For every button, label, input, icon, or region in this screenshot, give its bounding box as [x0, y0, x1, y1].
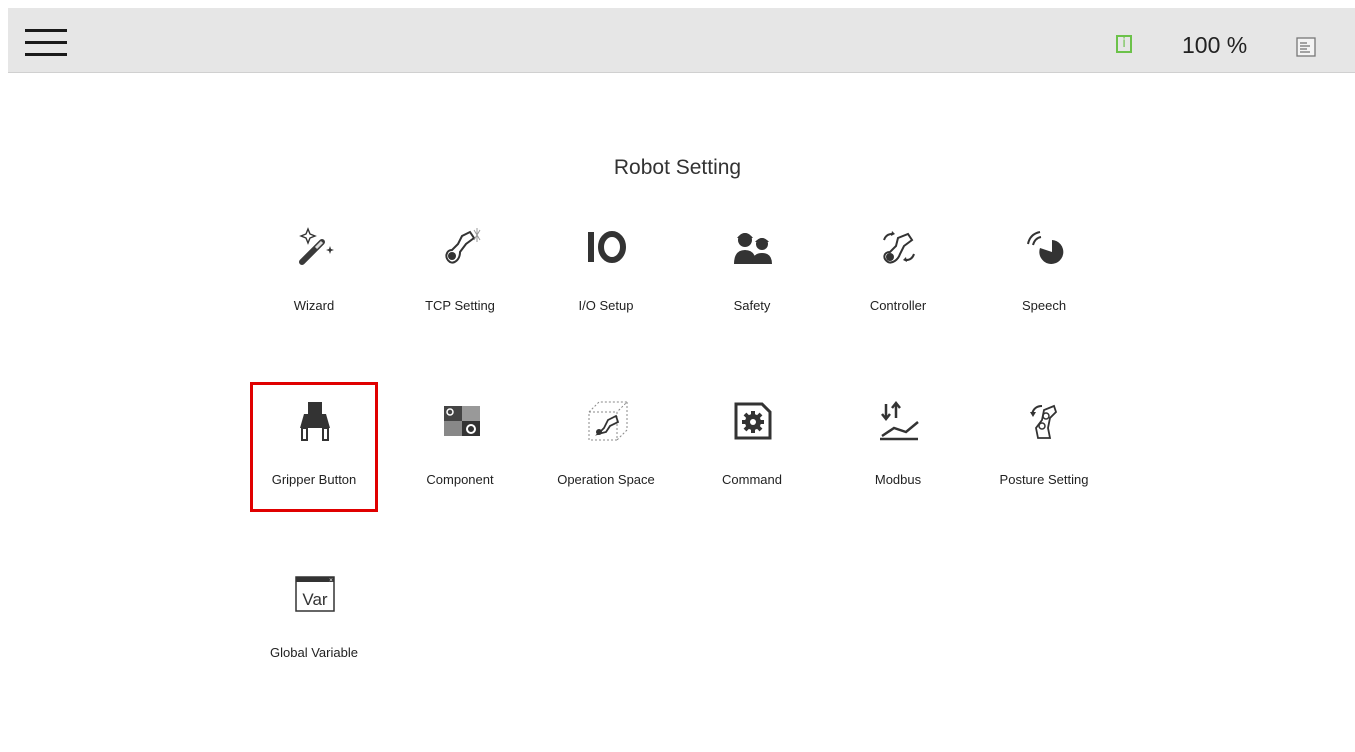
- var-text: Var: [302, 590, 328, 609]
- item-label: Gripper Button: [271, 472, 357, 487]
- item-label: Modbus: [874, 472, 922, 487]
- speech-icon: [1027, 231, 1064, 264]
- svg-text:×: ×: [329, 578, 333, 584]
- controller-button[interactable]: Controller: [834, 208, 962, 338]
- hamburger-menu-icon[interactable]: [25, 29, 67, 57]
- tcp-setting-button[interactable]: TCP Setting: [396, 208, 524, 338]
- log-window-icon[interactable]: [1296, 37, 1316, 57]
- component-icon: [444, 406, 480, 436]
- item-label: Controller: [869, 298, 927, 313]
- io-icon: [588, 231, 626, 263]
- top-bar: i 100 %: [8, 8, 1355, 73]
- item-label: Speech: [1021, 298, 1067, 313]
- operation-space-icon: [588, 401, 628, 441]
- gripper-icon: [300, 402, 330, 441]
- global-variable-icon: × Var: [295, 576, 335, 612]
- item-label: Operation Space: [557, 472, 655, 487]
- command-gear-icon: [734, 402, 772, 440]
- modbus-icon: [880, 400, 919, 441]
- wizard-button[interactable]: Wizard: [250, 208, 378, 338]
- page-title: Robot Setting: [613, 156, 742, 179]
- safety-workers-icon: [734, 233, 772, 264]
- posture-robot-icon: [1030, 404, 1058, 439]
- item-label: Wizard: [293, 298, 335, 313]
- magic-wand-icon: [299, 227, 334, 265]
- global-variable-button[interactable]: × Var Global Variable: [250, 555, 378, 685]
- controller-robot-icon: [883, 231, 915, 264]
- component-button[interactable]: Component: [396, 382, 524, 512]
- info-icon[interactable]: i: [1116, 35, 1132, 53]
- posture-setting-button[interactable]: Posture Setting: [980, 382, 1108, 512]
- item-label: Global Variable: [270, 645, 358, 660]
- item-label: Safety: [733, 298, 771, 313]
- item-label: TCP Setting: [425, 298, 495, 313]
- tcp-tool-icon: [445, 228, 481, 264]
- safety-button[interactable]: Safety: [688, 208, 816, 338]
- io-setup-button[interactable]: I/O Setup: [542, 208, 670, 338]
- modbus-button[interactable]: Modbus: [834, 382, 962, 512]
- item-label: I/O Setup: [578, 298, 634, 313]
- speed-indicator[interactable]: 100 %: [1182, 32, 1247, 59]
- item-label: Component: [426, 472, 494, 487]
- item-label: Posture Setting: [999, 472, 1089, 487]
- command-button[interactable]: Command: [688, 382, 816, 512]
- operation-space-button[interactable]: Operation Space: [542, 382, 670, 512]
- item-label: Command: [722, 472, 782, 487]
- speech-button[interactable]: Speech: [980, 208, 1108, 338]
- gripper-button[interactable]: Gripper Button: [250, 382, 378, 512]
